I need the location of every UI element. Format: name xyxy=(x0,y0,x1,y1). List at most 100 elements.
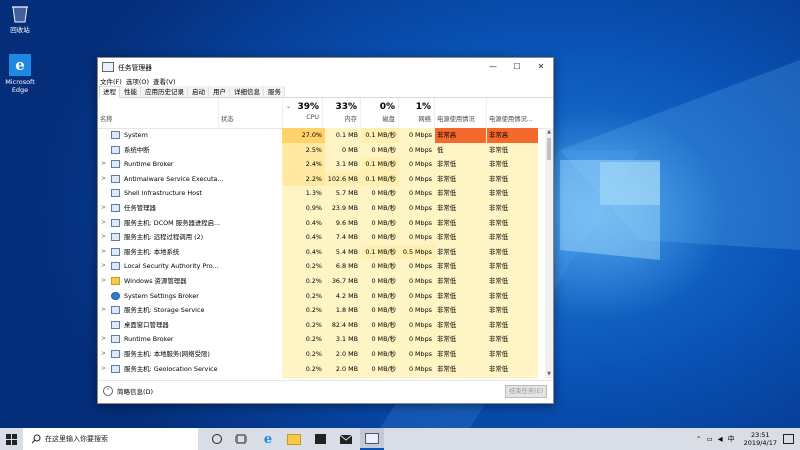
menu-bar: 文件(F) 选项(O) 查看(V) xyxy=(98,75,553,86)
scrollbar-thumb[interactable] xyxy=(547,138,551,160)
process-icon xyxy=(111,318,120,333)
recycle-bin-icon xyxy=(9,2,31,24)
cpu-value: 0.4% xyxy=(305,233,322,242)
power-value: 非常低 xyxy=(437,276,457,285)
table-row[interactable]: > Local Security Authority Pro... 0.2% 6… xyxy=(98,259,545,274)
fewer-details-button[interactable]: ⌃ 简略信息(D) xyxy=(103,386,153,396)
notification-icon[interactable] xyxy=(783,434,794,444)
speaker-icon[interactable]: ◀ xyxy=(718,435,723,443)
memory-value: 4.2 MB xyxy=(335,291,358,300)
column-header-power-trend[interactable]: 电源使用情况... xyxy=(486,98,539,128)
taskbar-task-manager-button[interactable] xyxy=(360,428,384,450)
clock[interactable]: 23:51 2019/4/17 xyxy=(744,431,777,447)
chevron-up-icon[interactable]: ⌃ xyxy=(696,435,701,443)
table-row[interactable]: Shell Infrastructure Host 1.3% 5.7 MB 0 … xyxy=(98,186,545,201)
table-row[interactable]: > 服务主机: 本地系统 0.4% 5.4 MB 0.1 MB/秒 0.5 Mb… xyxy=(98,244,545,260)
network-value: 0 Mbps xyxy=(408,174,432,183)
menu-options[interactable]: 选项(O) xyxy=(126,76,149,86)
network-value: 0 Mbps xyxy=(408,291,432,300)
table-row[interactable]: > 任务管理器 0.9% 23.9 MB 0 MB/秒 0 Mbps 非常低 非… xyxy=(98,201,545,216)
table-row[interactable]: System 27.0% 0.1 MB 0.1 MB/秒 0 Mbps 非常高 … xyxy=(98,128,545,143)
cortana-icon xyxy=(212,434,222,444)
column-header-name[interactable]: 名称 xyxy=(98,98,218,128)
network-icon[interactable]: ▭ xyxy=(707,435,713,443)
memory-value: 5.4 MB xyxy=(335,247,358,256)
vertical-scrollbar[interactable]: ▲ ▼ xyxy=(545,128,553,378)
taskbar-mail-button[interactable] xyxy=(334,428,358,450)
tab-services[interactable]: 服务 xyxy=(264,86,285,97)
disk-value: 0 MB/秒 xyxy=(371,189,396,198)
power-trend-value: 非常低 xyxy=(489,276,509,285)
disk-value: 0 MB/秒 xyxy=(371,262,396,271)
memory-value: 7.4 MB xyxy=(335,233,358,242)
cpu-value: 0.2% xyxy=(305,276,322,285)
table-row[interactable]: 系统中断 2.5% 0 MB 0 MB/秒 0 Mbps 低 非常低 xyxy=(98,142,545,158)
column-header-status[interactable]: 状态 xyxy=(218,98,283,128)
store-bag-icon xyxy=(314,434,326,444)
menu-file[interactable]: 文件(F) xyxy=(100,76,122,86)
menu-view[interactable]: 查看(V) xyxy=(153,76,176,86)
mail-icon xyxy=(340,434,352,444)
table-row[interactable]: > Runtime Broker 2.4% 3.1 MB 0.1 MB/秒 0 … xyxy=(98,157,545,172)
table-row[interactable]: > 服务主机: DCOM 服务器进程启... 0.4% 9.6 MB 0 MB/… xyxy=(98,216,545,231)
title-bar[interactable]: 任务管理器 — ☐ ✕ xyxy=(98,58,553,75)
tab-processes[interactable]: 进程 xyxy=(99,86,120,98)
end-task-button[interactable]: 结束任务(E) xyxy=(505,385,547,398)
taskbar-search-box[interactable]: 在这里输入你要搜索 xyxy=(23,428,198,450)
power-trend-value: 非常低 xyxy=(489,145,509,154)
table-row[interactable]: > Windows 资源管理器 0.2% 36.7 MB 0 MB/秒 0 Mb… xyxy=(98,274,545,289)
table-row[interactable]: System Settings Broker 0.2% 4.2 MB 0 MB/… xyxy=(98,289,545,304)
memory-value: 3.1 MB xyxy=(335,160,358,169)
tab-app-history[interactable]: 应用历史记录 xyxy=(141,86,188,97)
process-icon xyxy=(111,172,120,187)
cpu-value: 0.2% xyxy=(305,306,322,315)
cpu-value: 2.2% xyxy=(282,171,325,187)
task-view-button[interactable] xyxy=(206,428,228,450)
task-view-icon[interactable] xyxy=(230,428,252,450)
cpu-value: 0.2% xyxy=(305,364,322,373)
process-list: System 27.0% 0.1 MB 0.1 MB/秒 0 Mbps 非常高 … xyxy=(98,128,545,378)
close-button[interactable]: ✕ xyxy=(529,58,553,75)
disk-value: 0 MB/秒 xyxy=(371,145,396,154)
column-header-power[interactable]: 电源使用情况 xyxy=(434,98,487,128)
network-value: 0 Mbps xyxy=(408,233,432,242)
column-header-memory[interactable]: 33% 内存 xyxy=(322,98,361,128)
window-footer: ⌃ 简略信息(D) 结束任务(E) xyxy=(98,380,553,403)
network-value: 0 Mbps xyxy=(408,276,432,285)
table-row[interactable]: > 服务主机: 远程过程调用 (2) 0.4% 7.4 MB 0 MB/秒 0 … xyxy=(98,230,545,245)
minimize-button[interactable]: — xyxy=(481,58,505,75)
start-button[interactable] xyxy=(0,428,22,450)
scroll-down-icon[interactable]: ▼ xyxy=(545,370,553,378)
memory-value: 23.9 MB xyxy=(331,203,358,212)
table-row[interactable]: > 服务主机: 本地服务(网络受限) 0.2% 2.0 MB 0 MB/秒 0 … xyxy=(98,347,545,362)
taskbar-store-button[interactable] xyxy=(308,428,332,450)
column-header-disk[interactable]: 0% 磁盘 xyxy=(360,98,399,128)
table-row[interactable]: > 服务主机: Storage Service 0.2% 1.8 MB 0 MB… xyxy=(98,303,545,318)
table-row[interactable]: > 服务主机: Geolocation Service 0.2% 2.0 MB … xyxy=(98,362,545,377)
column-header-row: 名称 ⌄ 状态 39% CPU 33% 内存 0% 磁盘 1% 网络 电源使用情… xyxy=(98,98,553,129)
taskbar-edge-button[interactable]: e xyxy=(256,428,280,450)
maximize-button[interactable]: ☐ xyxy=(505,58,529,75)
table-row[interactable]: > Runtime Broker 0.2% 3.1 MB 0 MB/秒 0 Mb… xyxy=(98,332,545,347)
column-header-network[interactable]: 1% 网络 xyxy=(398,98,435,128)
ime-indicator[interactable]: 中 xyxy=(728,434,735,444)
network-value: 0 Mbps xyxy=(408,218,432,227)
memory-value: 102.6 MB xyxy=(325,171,361,187)
tab-details[interactable]: 详细信息 xyxy=(230,86,264,97)
process-icon xyxy=(111,332,120,347)
scroll-up-icon[interactable]: ▲ xyxy=(545,128,553,136)
table-row[interactable]: 桌面窗口管理器 0.2% 82.4 MB 0 MB/秒 0 Mbps 非常低 非… xyxy=(98,318,545,333)
desktop-icon-edge[interactable]: e Microsoft Edge xyxy=(0,54,40,94)
cpu-value: 0.2% xyxy=(305,262,322,271)
edge-icon: e xyxy=(9,54,31,76)
table-row[interactable]: > Antimalware Service Executa... 2.2% 10… xyxy=(98,171,545,187)
disk-value: 0 MB/秒 xyxy=(371,218,396,227)
tab-startup[interactable]: 启动 xyxy=(188,86,209,97)
desktop-icon-recycle-bin[interactable]: 回收站 xyxy=(0,2,40,34)
process-icon xyxy=(111,201,120,216)
memory-value: 3.1 MB xyxy=(335,335,358,344)
tab-users[interactable]: 用户 xyxy=(209,86,230,97)
tab-performance[interactable]: 性能 xyxy=(120,86,141,97)
taskbar-file-explorer-button[interactable] xyxy=(282,428,306,450)
column-header-cpu[interactable]: 39% CPU xyxy=(282,98,323,128)
